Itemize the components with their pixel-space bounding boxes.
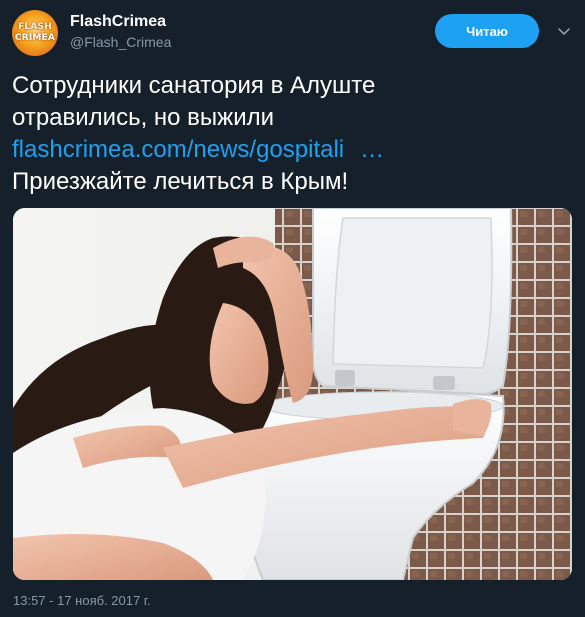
account-handle[interactable]: @Flash_Crimea — [70, 32, 171, 52]
display-name[interactable]: FlashCrimea — [70, 12, 171, 32]
tweet-text-line: Приезжайте лечиться в Крым! — [12, 168, 349, 195]
tweet-text-line: отравились, но выжили — [12, 104, 275, 131]
tweet-card: FLASH CRIMEA FlashCrimea @Flash_Crimea Ч… — [0, 0, 585, 617]
avatar-text-top: FLASH — [18, 22, 52, 32]
chevron-down-icon[interactable] — [557, 24, 571, 38]
tweet-link[interactable]: flashcrimea.com/news/gospitali — [12, 136, 344, 163]
avatar[interactable]: FLASH CRIMEA — [12, 10, 58, 56]
tweet-link-line: flashcrimea.com/news/gospitali … — [12, 134, 572, 166]
tweet-photo[interactable] — [13, 208, 572, 580]
account-names: FlashCrimea @Flash_Crimea — [70, 12, 171, 52]
follow-button[interactable]: Читаю — [435, 14, 539, 48]
tweet-text-line: Сотрудники санатория в Алуште — [12, 72, 376, 99]
tweet-header: FLASH CRIMEA FlashCrimea @Flash_Crimea Ч… — [12, 8, 573, 60]
tweet-text: Сотрудники санатория в Алуште отравились… — [12, 70, 572, 198]
tweet-timestamp[interactable]: 13:57 - 17 нояб. 2017 г. — [13, 592, 151, 610]
avatar-text-bottom: CRIMEA — [14, 33, 56, 43]
link-ellipsis: … — [360, 136, 385, 163]
photo-illustration — [13, 208, 572, 580]
